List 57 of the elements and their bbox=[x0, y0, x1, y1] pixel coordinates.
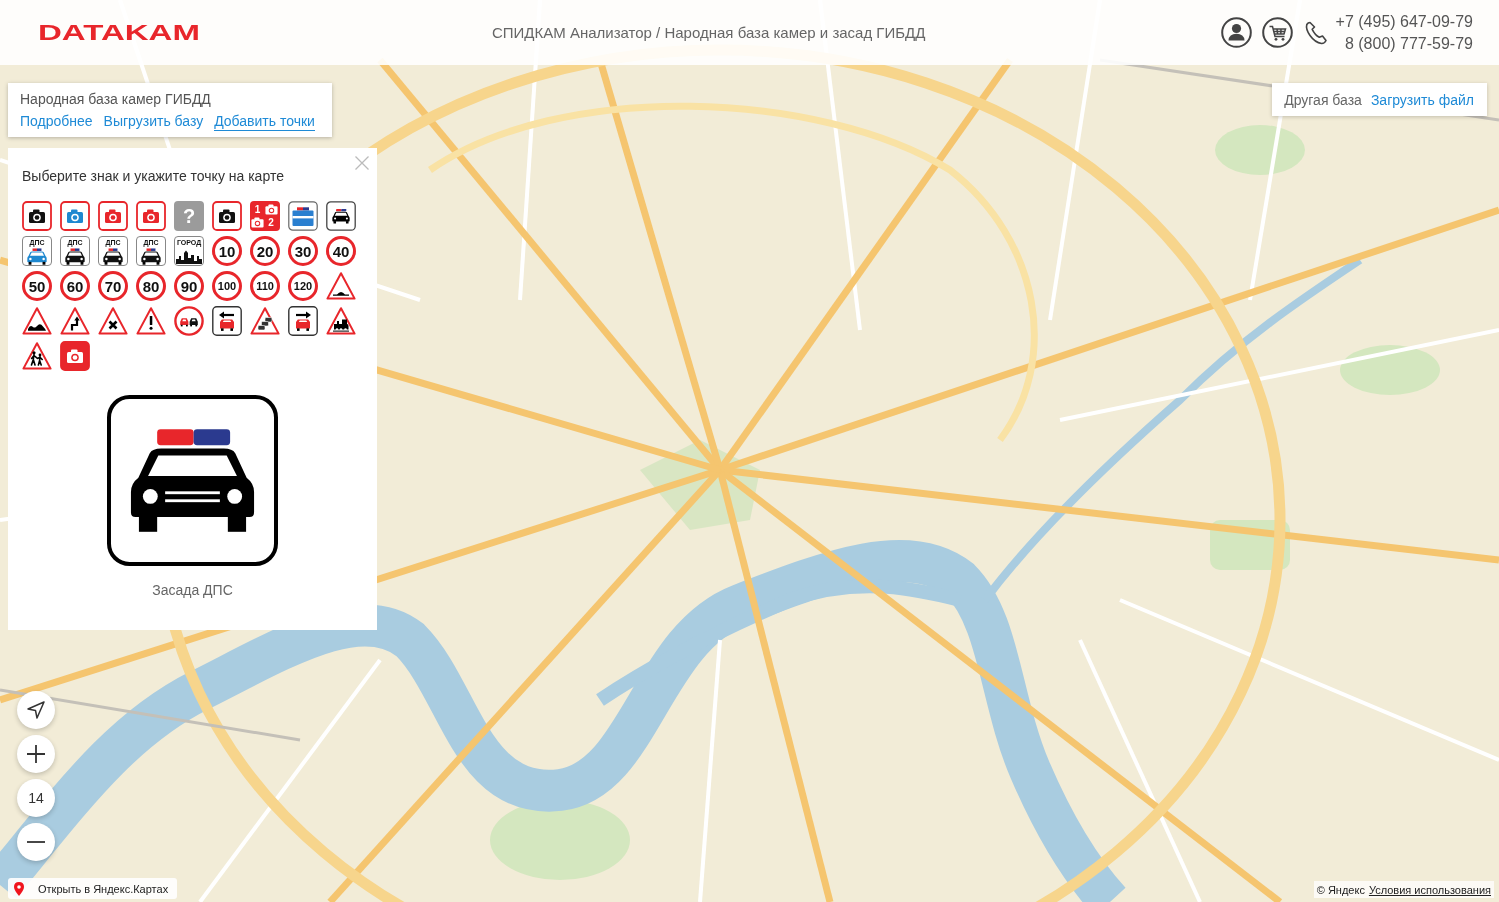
speed-limit-sign[interactable]: 60 bbox=[60, 271, 90, 301]
phone-number: +7 (495) 647-09-79 bbox=[1335, 11, 1473, 32]
right-arrow-car-sign-icon[interactable] bbox=[288, 306, 318, 336]
traffic-jam-sign-icon[interactable] bbox=[250, 306, 280, 336]
camera-icon bbox=[264, 204, 278, 215]
speed-limit-sign[interactable]: 10 bbox=[212, 236, 242, 266]
car-icon bbox=[141, 248, 161, 265]
nav-link[interactable]: Подробнее bbox=[20, 112, 93, 131]
copyright-text: © Яндекс bbox=[1316, 883, 1365, 896]
police-car-icon bbox=[107, 395, 278, 566]
children-sign-icon[interactable] bbox=[22, 341, 52, 371]
car-icon bbox=[27, 248, 47, 265]
car-icon bbox=[103, 248, 123, 265]
brand-logo[interactable]: DATAKAM bbox=[38, 22, 200, 43]
nav-link[interactable]: Выгрузить базу bbox=[103, 112, 204, 131]
nav-link[interactable]: Добавить точки bbox=[214, 112, 315, 131]
open-in-maps-link[interactable]: Открыть в Яндекс.Картах bbox=[8, 878, 178, 899]
exclamation-sign-icon[interactable] bbox=[136, 306, 166, 336]
speed-limit-sign[interactable]: 100 bbox=[212, 271, 242, 301]
panel-label: Другая база bbox=[1284, 91, 1362, 108]
speed-limit-sign[interactable]: 50 bbox=[22, 271, 52, 301]
cart-icon[interactable] bbox=[1261, 17, 1293, 48]
speed-limit-sign[interactable]: 110 bbox=[250, 271, 280, 301]
speed-bump-sign-icon[interactable] bbox=[326, 271, 356, 301]
camera-icon bbox=[251, 217, 264, 228]
terms-link[interactable]: Условия использования bbox=[1368, 883, 1491, 896]
speed-limit-sign[interactable]: 120 bbox=[288, 271, 318, 301]
multi-camera-sign[interactable]: 1 2 bbox=[250, 201, 280, 231]
plus-icon bbox=[27, 745, 45, 763]
camera-sign-icon[interactable] bbox=[212, 201, 242, 231]
panel-title: Народная база камер ГИБДД bbox=[20, 90, 212, 108]
map-pin-icon bbox=[14, 881, 24, 896]
camera-sign-icon[interactable] bbox=[22, 201, 52, 231]
police-post-sign-icon[interactable] bbox=[288, 201, 318, 231]
speed-limit-sign[interactable]: 40 bbox=[326, 236, 356, 266]
sign-caption: Засада ДПС bbox=[152, 582, 233, 598]
speed-limit-sign[interactable]: 90 bbox=[174, 271, 204, 301]
speed-limit-sign[interactable]: 30 bbox=[288, 236, 318, 266]
speed-limit-sign[interactable]: 70 bbox=[98, 271, 128, 301]
picker-heading: Выберите знак и укажите точку на карте bbox=[22, 168, 284, 184]
skyline-icon bbox=[176, 250, 202, 264]
speed-limit-sign[interactable]: 80 bbox=[136, 271, 166, 301]
cross-sign-icon[interactable] bbox=[98, 306, 128, 336]
minus-icon bbox=[27, 841, 45, 843]
rough-road-sign-icon[interactable] bbox=[22, 306, 52, 336]
car-icon bbox=[65, 248, 85, 265]
train-sign-icon[interactable] bbox=[326, 306, 356, 336]
no-overtaking-sign-icon[interactable] bbox=[174, 306, 204, 336]
left-arrow-car-sign-icon[interactable] bbox=[212, 306, 242, 336]
navigation-arrow-icon bbox=[27, 701, 45, 719]
phone-number: 8 (800) 777-59-79 bbox=[1344, 33, 1473, 54]
upload-link[interactable]: Загрузить файл bbox=[1370, 91, 1474, 108]
police-car-sign-icon[interactable] bbox=[326, 201, 356, 231]
page-title: СПИДКАМ Анализатор / Народная база камер и засад ГИБДД bbox=[491, 24, 926, 41]
user-icon[interactable] bbox=[1220, 17, 1252, 48]
speed-limit-sign[interactable]: 20 bbox=[250, 236, 280, 266]
curve-sign-icon[interactable] bbox=[60, 306, 90, 336]
